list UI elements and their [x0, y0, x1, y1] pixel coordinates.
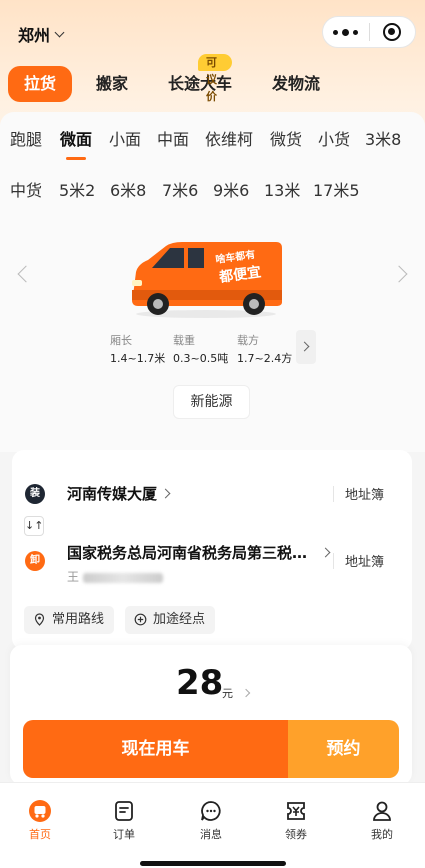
profile-icon [373, 801, 391, 821]
chevron-right-icon [320, 547, 331, 558]
chevron-right-icon[interactable] [241, 688, 251, 698]
vehicle-tab[interactable]: 依维柯 [205, 124, 253, 156]
tab-long-distance[interactable]: 长途大车 可议价 [168, 54, 233, 103]
vehicle-tab[interactable]: 6米8 [110, 175, 146, 207]
price-value[interactable]: 28 [176, 663, 223, 703]
vehicle-tab[interactable]: 3米8 [365, 124, 401, 156]
divider [333, 486, 334, 502]
address-book-button[interactable]: 地址簿 [345, 484, 384, 503]
order-panel: 28 元 现在用车 预约 [10, 645, 412, 785]
tabbar-coupons[interactable]: 领券 [266, 799, 326, 842]
tab-moving[interactable]: 搬家 [96, 66, 128, 102]
negotiable-badge: 可议价 [198, 54, 233, 103]
spec-label-volume: 载方 [237, 334, 259, 347]
spec-label-length: 厢长 [110, 334, 132, 347]
frequent-routes-label: 常用路线 [52, 612, 105, 627]
tabbar-home[interactable]: 首页 [10, 799, 70, 842]
spec-value-length: 1.4~1.7米 [110, 352, 166, 365]
spec-value-volume: 1.7~2.4方 [237, 352, 293, 365]
spec-more-button[interactable] [296, 330, 316, 364]
vehicle-tabs-row-2: 中货 5米2 6米8 7米6 9米6 13米 17米5 [0, 175, 425, 207]
tabbar-messages[interactable]: 消息 [181, 799, 241, 842]
tabbar-profile-label: 我的 [371, 828, 393, 841]
tabbar-profile[interactable]: 我的 [352, 799, 412, 842]
bottom-tab-bar: 首页 订单 消息 领券 我的 [0, 782, 425, 868]
tabbar-messages-label: 消息 [200, 828, 222, 841]
home-icon [29, 800, 51, 822]
tab-freight[interactable]: 拉货 [8, 66, 73, 102]
vehicle-tab[interactable]: 9米6 [213, 175, 249, 207]
order-now-button[interactable]: 现在用车 [23, 720, 288, 778]
address-book-button[interactable]: 地址簿 [345, 551, 384, 570]
tab-long-distance-label: 长途大车 [168, 74, 233, 93]
load-address[interactable]: 河南传媒大厦 [67, 483, 157, 504]
city-selector[interactable]: 郑州 [18, 22, 65, 46]
close-capsule-icon[interactable] [369, 16, 415, 48]
tabbar-home-label: 首页 [29, 828, 51, 841]
city-label: 郑州 [18, 26, 51, 45]
top-bar: 郑州 [0, 14, 425, 54]
redacted-contact [82, 572, 163, 583]
spec-label-weight: 载重 [173, 334, 195, 347]
tabbar-coupons-label: 领券 [285, 828, 307, 841]
reserve-button[interactable]: 预约 [288, 720, 399, 778]
tab-logistics[interactable]: 发物流 [272, 66, 320, 102]
mini-program-capsule [322, 16, 416, 48]
add-circle-icon [134, 613, 147, 626]
divider [333, 553, 334, 569]
spec-value-weight: 0.3~0.5吨 [173, 352, 229, 365]
tabbar-orders-label: 订单 [113, 828, 135, 841]
orders-icon [115, 801, 133, 821]
home-indicator [140, 861, 286, 866]
route-card: 装 河南传媒大厦 地址簿 ↓↑ 卸 国家税务总局河南省税务局第三税… 地址簿 王… [12, 450, 412, 650]
price-unit: 元 [222, 687, 233, 700]
add-waypoint-label: 加途经点 [153, 612, 206, 627]
new-energy-button[interactable]: 新能源 [173, 385, 250, 419]
add-waypoint-chip[interactable]: 加途经点 [125, 606, 216, 634]
load-point-icon: 装 [25, 484, 45, 504]
tabbar-orders[interactable]: 订单 [94, 799, 154, 842]
service-tabs: 拉货 搬家 长途大车 可议价 发物流 [0, 54, 425, 104]
chevron-right-icon [160, 488, 171, 499]
vehicle-tab[interactable]: 中货 [10, 175, 42, 207]
vehicle-tabs-row-1: 跑腿 微面 小面 中面 依维柯 微货 小货 3米8 [0, 124, 425, 160]
vehicle-tab[interactable]: 微货 [270, 124, 302, 156]
more-icon[interactable] [323, 16, 369, 48]
vehicle-tab[interactable]: 小面 [109, 124, 141, 156]
message-icon [201, 801, 221, 821]
unload-address[interactable]: 国家税务总局河南省税务局第三税… [67, 542, 307, 563]
unload-point-icon: 卸 [25, 551, 45, 571]
chevron-down-icon [54, 27, 65, 37]
vehicle-tab[interactable]: 7米6 [162, 175, 198, 207]
location-pin-icon [34, 613, 45, 626]
unload-contact-prefix: 王 [67, 570, 80, 584]
vehicle-tab[interactable]: 中面 [157, 124, 189, 156]
swap-icon[interactable]: ↓↑ [24, 516, 44, 536]
vehicle-tab-selected[interactable]: 微面 [60, 124, 92, 160]
vehicle-tab[interactable]: 13米 [264, 175, 300, 207]
vehicle-tab[interactable]: 小货 [318, 124, 350, 156]
vehicle-tab[interactable]: 跑腿 [10, 124, 42, 156]
vehicle-tab[interactable]: 17米5 [313, 175, 360, 207]
unload-contact: 王 [67, 568, 163, 585]
frequent-routes-chip[interactable]: 常用路线 [24, 606, 115, 634]
vehicle-tab[interactable]: 5米2 [59, 175, 95, 207]
van-illustration: 啥车都有 都便宜 [132, 242, 282, 318]
coupon-icon [287, 802, 305, 820]
